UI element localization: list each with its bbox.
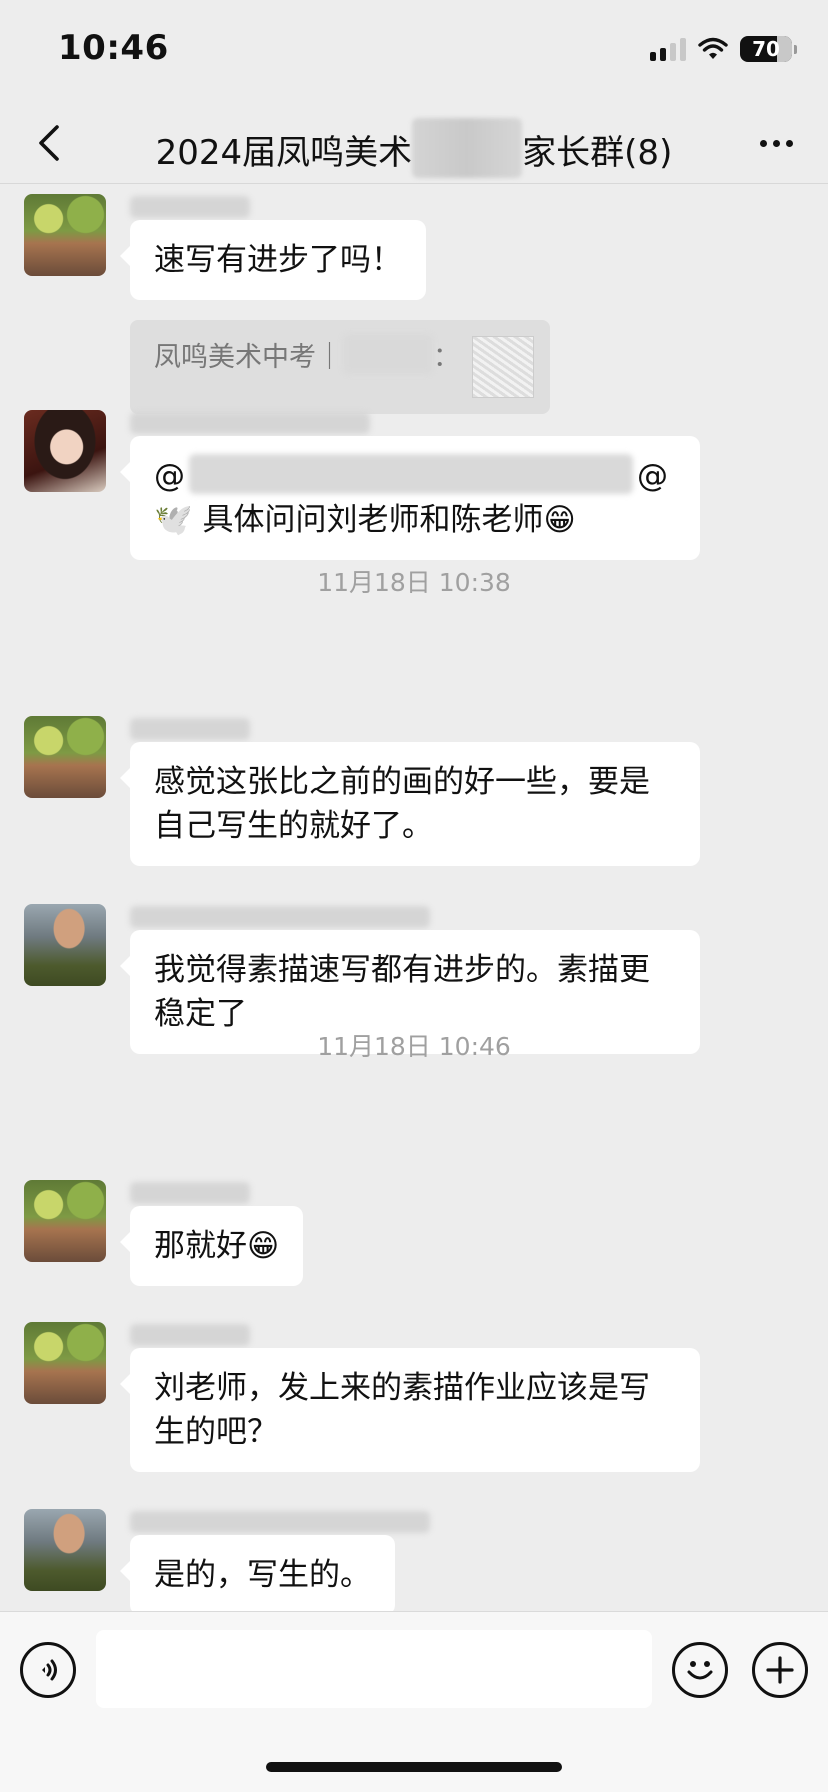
- sender-name-redacted: [130, 196, 250, 218]
- status-time: 10:46: [58, 28, 169, 68]
- avatar[interactable]: [24, 1322, 106, 1404]
- mention-redacted: [189, 454, 633, 494]
- more-actions-button[interactable]: [752, 1642, 808, 1698]
- more-dot-icon: [772, 139, 780, 147]
- message-text: 🕊️ 具体问问刘老师和陈老师😁: [154, 502, 576, 538]
- message-bubble[interactable]: @ @ 🕊️ 具体问问刘老师和陈老师😁: [120, 436, 700, 560]
- sender-name-redacted: [130, 718, 250, 740]
- battery-level: 70: [752, 37, 780, 61]
- message-input[interactable]: [96, 1630, 652, 1708]
- title-left: 2024届凤鸣美术: [155, 133, 413, 173]
- emoji-button[interactable]: [672, 1642, 728, 1698]
- home-indicator: [266, 1762, 562, 1772]
- quote-colon: ：: [433, 342, 460, 373]
- avatar[interactable]: [24, 194, 106, 276]
- sender-name-redacted: [130, 906, 430, 928]
- wifi-icon: [698, 37, 728, 59]
- quote-source: 凤鸣美术中考｜: [154, 342, 343, 373]
- title-right: 家长群(8): [522, 133, 673, 173]
- message-bubble[interactable]: 感觉这张比之前的画的好一些，要是自己写生的就好了。: [120, 742, 700, 866]
- sender-name-redacted: [130, 1324, 250, 1346]
- message-bubble[interactable]: 速写有进步了吗！: [120, 220, 426, 300]
- sender-name-redacted: [130, 412, 370, 434]
- avatar[interactable]: [24, 1180, 106, 1262]
- message-bubble[interactable]: 刘老师，发上来的素描作业应该是写生的吧？: [120, 1348, 700, 1472]
- message-bubble[interactable]: 那就好😁: [119, 1206, 304, 1286]
- page-title: 2024届凤鸣美术 家长群(8): [0, 118, 828, 178]
- battery-icon: 70: [740, 36, 797, 62]
- sketch-thumbnail[interactable]: [472, 336, 534, 398]
- message-bubble[interactable]: 是的，写生的。: [120, 1535, 395, 1611]
- status-bar: 10:46 70: [0, 0, 828, 100]
- avatar[interactable]: [24, 716, 106, 798]
- more-dot-icon: [785, 139, 793, 147]
- avatar[interactable]: [24, 410, 106, 492]
- cellular-signal-icon: [650, 37, 686, 61]
- mention-end: @: [637, 458, 668, 494]
- more-options-button[interactable]: [748, 120, 804, 166]
- nav-bar: 2024届凤鸣美术 家长群(8): [0, 100, 828, 184]
- mention-start: @: [154, 458, 185, 494]
- voice-icon: [42, 1659, 57, 1681]
- chat-area[interactable]: 速写有进步了吗！ 凤鸣美术中考｜ ： @ @ 🕊️ 具体问问刘老师和陈老师😁 11月…: [0, 185, 828, 1611]
- smiley-icon: [687, 1661, 713, 1680]
- more-dot-icon: [759, 139, 767, 147]
- avatar[interactable]: [24, 904, 106, 986]
- voice-input-button[interactable]: [20, 1642, 76, 1698]
- sender-name-redacted: [130, 1511, 430, 1533]
- sender-name-redacted: [130, 1182, 250, 1204]
- plus-icon: [766, 1656, 794, 1684]
- status-icons: 70: [650, 34, 797, 64]
- timestamp: 11月18日 10:38: [317, 568, 511, 597]
- title-redacted: [412, 118, 523, 178]
- quoted-message[interactable]: 凤鸣美术中考｜ ：: [130, 320, 550, 414]
- timestamp: 11月18日 10:46: [317, 1032, 511, 1061]
- avatar[interactable]: [24, 1509, 106, 1591]
- quote-redacted: [343, 334, 433, 374]
